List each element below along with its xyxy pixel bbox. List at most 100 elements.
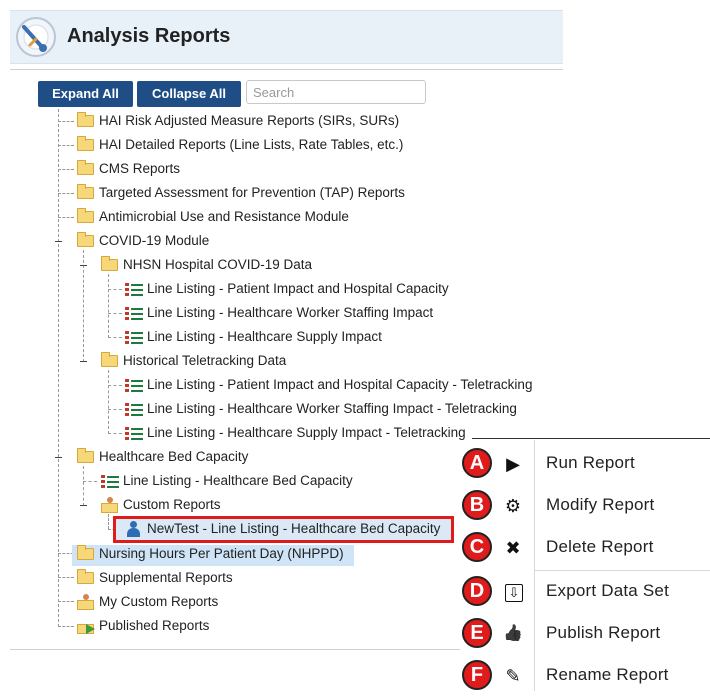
- tree-connector: [108, 409, 122, 410]
- tree-folder[interactable]: Targeted Assessment for Prevention (TAP)…: [77, 183, 405, 203]
- tree-folder-label: CMS Reports: [99, 161, 181, 176]
- panel-bottom-border: [10, 649, 460, 650]
- tree-folder-label: Healthcare Bed Capacity: [99, 449, 249, 464]
- callout-badge-c: C: [462, 532, 492, 562]
- tree-folder[interactable]: Antimicrobial Use and Resistance Module: [77, 207, 349, 227]
- tree-folder[interactable]: Supplemental Reports: [77, 568, 233, 588]
- tree-folder-label: Custom Reports: [123, 497, 221, 512]
- context-menu-separator: [534, 570, 710, 571]
- thumbs-up-icon: 👍: [503, 625, 523, 642]
- menu-item-delete-report[interactable]: C ✖ Delete Report: [460, 528, 710, 568]
- menu-item-rename-report[interactable]: F ✎ Rename Report: [460, 656, 710, 696]
- line-listing-icon: [125, 307, 143, 320]
- tree-report[interactable]: Line Listing - Healthcare Supply Impact …: [125, 423, 466, 443]
- tree-report-label: Line Listing - Healthcare Supply Impact: [147, 329, 382, 344]
- collapse-toggle[interactable]: [55, 241, 62, 242]
- tree-connector: [58, 577, 74, 578]
- folder-open-icon: [77, 232, 94, 247]
- tree-folder[interactable]: Healthcare Bed Capacity: [77, 447, 248, 467]
- analysis-reports-icon: [16, 17, 56, 57]
- tree-connector: [58, 601, 74, 602]
- tree-connector: [108, 370, 109, 434]
- custom-reports-folder-icon: [101, 497, 119, 513]
- tree-folder-label: HAI Detailed Reports (Line Lists, Rate T…: [99, 137, 404, 152]
- collapse-all-button[interactable]: Collapse All: [137, 81, 241, 107]
- tree-folder-label: Nursing Hours Per Patient Day (NHPPD): [99, 546, 344, 561]
- folder-icon: [77, 569, 94, 584]
- menu-item-modify-report[interactable]: B ⚙ Modify Report: [460, 486, 710, 526]
- tree-folder[interactable]: Historical Teletracking Data: [101, 351, 286, 371]
- folder-icon: [77, 208, 94, 223]
- tree-folder[interactable]: HAI Risk Adjusted Measure Reports (SIRs,…: [77, 111, 399, 131]
- pencil-icon: ✎: [505, 666, 521, 686]
- tree-connector: [108, 337, 122, 338]
- tree-report[interactable]: Line Listing - Patient Impact and Hospit…: [125, 279, 449, 299]
- tree-report-label: Line Listing - Healthcare Worker Staffin…: [147, 401, 517, 416]
- line-listing-icon: [101, 475, 119, 488]
- tree-connector: [58, 121, 74, 122]
- published-reports-folder-icon: [77, 618, 95, 634]
- menu-item-publish-report[interactable]: E 👍 Publish Report: [460, 614, 710, 654]
- collapse-toggle[interactable]: [80, 505, 87, 506]
- tree-folder[interactable]: Custom Reports: [101, 495, 221, 515]
- tree-report-label: Line Listing - Patient Impact and Hospit…: [147, 377, 533, 392]
- page-header: Analysis Reports: [10, 10, 563, 64]
- expand-all-button[interactable]: Expand All: [38, 81, 133, 107]
- tree-report-label: Line Listing - Healthcare Worker Staffin…: [147, 305, 434, 320]
- menu-item-run-report[interactable]: A ▶ Run Report: [460, 444, 710, 484]
- line-listing-icon: [125, 427, 143, 440]
- tree-connector: [108, 385, 122, 386]
- folder-open-icon: [101, 352, 118, 367]
- line-listing-icon: [125, 283, 143, 296]
- tree-folder-label: Supplemental Reports: [99, 570, 233, 585]
- tree-folder[interactable]: HAI Detailed Reports (Line Lists, Rate T…: [77, 135, 403, 155]
- header-divider: [10, 69, 563, 70]
- menu-item-label: Export Data Set: [546, 581, 670, 600]
- context-menu-border: [472, 438, 710, 439]
- tree-report-label: Line Listing - Healthcare Bed Capacity: [123, 473, 353, 488]
- tree-folder[interactable]: My Custom Reports: [77, 592, 218, 612]
- tree-folder-label: NHSN Hospital COVID-19 Data: [123, 257, 313, 272]
- tree-folder-label: Targeted Assessment for Prevention (TAP)…: [99, 185, 405, 200]
- menu-item-label: Run Report: [546, 453, 635, 472]
- gear-icon: ⚙: [504, 496, 522, 516]
- tree-folder[interactable]: Published Reports: [77, 616, 209, 636]
- tree-connector: [58, 145, 74, 146]
- tree-folder-label: COVID-19 Module: [99, 233, 210, 248]
- tree-folder-label: HAI Risk Adjusted Measure Reports (SIRs,…: [99, 113, 400, 128]
- menu-item-export-data-set[interactable]: D ⇩ Export Data Set: [460, 572, 710, 612]
- collapse-toggle[interactable]: [80, 265, 87, 266]
- tree-folder-label: Antimicrobial Use and Resistance Module: [99, 209, 349, 224]
- tree-connector: [83, 250, 84, 362]
- line-listing-icon: [125, 331, 143, 344]
- tree-folder[interactable]: CMS Reports: [77, 159, 180, 179]
- tree-connector: [58, 217, 74, 218]
- line-listing-icon: [125, 379, 143, 392]
- folder-icon: [77, 136, 94, 151]
- tree-connector: [58, 169, 74, 170]
- close-icon: ✖: [505, 538, 521, 558]
- collapse-toggle[interactable]: [80, 361, 87, 362]
- tree-report[interactable]: Line Listing - Healthcare Bed Capacity: [101, 471, 353, 491]
- folder-icon: [77, 112, 94, 127]
- search-input[interactable]: [246, 80, 426, 104]
- callout-badge-a: A: [462, 448, 492, 478]
- tree-report[interactable]: Line Listing - Healthcare Worker Staffin…: [125, 303, 433, 323]
- tree-report[interactable]: Line Listing - Patient Impact and Hospit…: [125, 375, 532, 395]
- tree-report-selected[interactable]: NewTest - Line Listing - Healthcare Bed …: [125, 519, 440, 539]
- tree-report[interactable]: Line Listing - Healthcare Supply Impact: [125, 327, 382, 347]
- line-listing-icon: [125, 403, 143, 416]
- callout-badge-d: D: [462, 576, 492, 606]
- tree-folder[interactable]: Nursing Hours Per Patient Day (NHPPD): [77, 544, 344, 564]
- callout-badge-b: B: [462, 490, 492, 520]
- menu-item-label: Delete Report: [546, 537, 654, 556]
- tree-folder[interactable]: NHSN Hospital COVID-19 Data: [101, 255, 312, 275]
- tree-folder[interactable]: COVID-19 Module: [77, 231, 209, 251]
- folder-icon: [77, 184, 94, 199]
- callout-badge-f: F: [462, 660, 492, 690]
- folder-open-icon: [77, 448, 94, 463]
- collapse-toggle[interactable]: [55, 457, 62, 458]
- tree-report[interactable]: Line Listing - Healthcare Worker Staffin…: [125, 399, 517, 419]
- my-custom-reports-folder-icon: [77, 594, 95, 610]
- tree-connector: [83, 466, 84, 506]
